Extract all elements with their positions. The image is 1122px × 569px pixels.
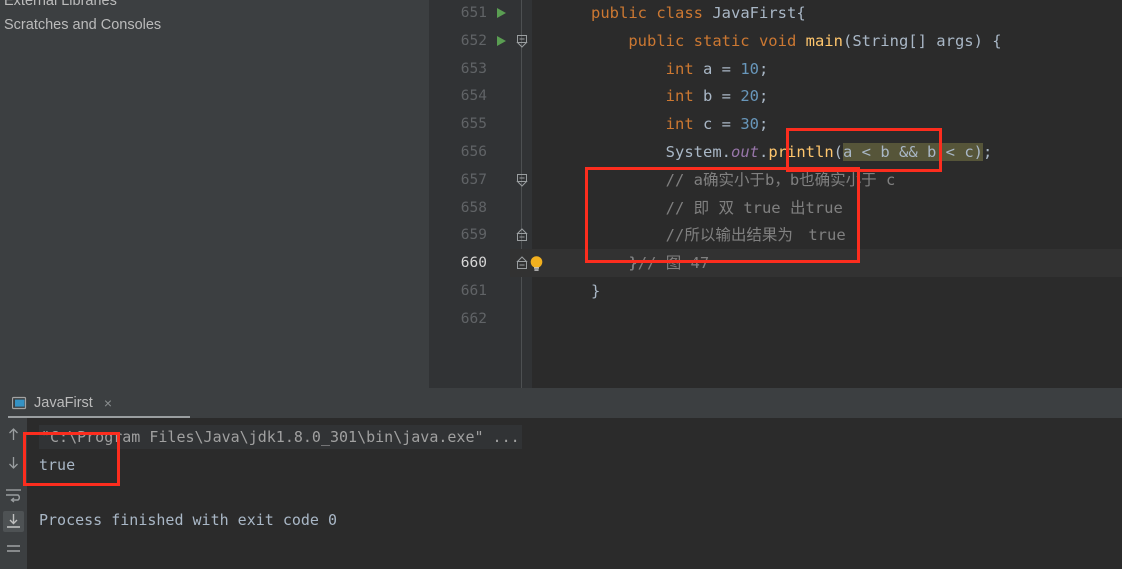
line-number: 657 [460,171,487,188]
line-number: 654 [460,88,487,105]
code-line-651: public class JavaFirst{ [591,4,806,22]
line-number: 658 [460,199,487,216]
code-editor[interactable]: 651 652 653 654 655 656 657 658 659 660 … [429,0,1122,388]
scroll-to-end-icon[interactable] [3,511,24,532]
code-text-area[interactable]: public class JavaFirst{ public static vo… [510,0,1122,388]
console-tab-icon [11,396,27,410]
console-command-line: "C:\Program Files\Java\jdk1.8.0_301\bin\… [39,425,522,449]
console-toolbar [0,418,27,569]
code-line-657: // a确实小于b，b也确实小于 c [591,167,896,195]
comment-text-659: //所以输出结果为 true [665,226,846,245]
console-output[interactable]: "C:\Program Files\Java\jdk1.8.0_301\bin\… [27,418,1122,569]
run-tabbar: JavaFirst × [0,388,1122,419]
run-tab-label: JavaFirst [34,395,93,411]
print-icon[interactable] [3,539,24,560]
code-line-654: int b = 20; [665,87,769,106]
run-method-arrow-icon[interactable] [497,35,506,46]
run-tab-javafirst[interactable]: JavaFirst × [11,391,112,415]
console-program-output: true [39,456,76,474]
line-number: 662 [460,310,487,327]
code-line-655: int c = 30; [665,115,769,134]
comment-text-657: // a确实小于b，b也确实小于 c [665,170,896,189]
sidebar-item-external-libraries[interactable]: External Libraries [0,0,429,13]
line-number: 653 [460,60,487,77]
line-number: 651 [460,5,487,21]
sidebar-item-scratches-and-consoles[interactable]: Scratches and Consoles [0,13,429,37]
code-line-652: public static void main(String[] args) { [628,31,1002,50]
comment-text-660: }// 图 47 [628,254,710,273]
line-number: 661 [460,283,487,299]
run-tool-window: JavaFirst × "C:\Program Files\Java\jdk1.… [0,388,1122,569]
code-line-658: // 即 双 true 出true [591,195,843,223]
code-line-660: }}// 图 47 [628,254,710,273]
line-number: 656 [460,144,487,160]
project-sidebar: External Libraries Scratches and Console… [0,0,429,388]
scroll-up-icon[interactable] [3,424,24,445]
code-line-659: //所以输出结果为 true [591,222,846,250]
soft-wrap-icon[interactable] [3,484,24,505]
code-line-656: System.out.println(a < b && b < c); [665,143,993,161]
scroll-down-icon[interactable] [3,452,24,473]
comment-text-658: // 即 双 true 出true [665,198,843,217]
line-number: 652 [460,32,487,49]
code-line-661: } [591,282,601,300]
code-line-653: int a = 10; [665,59,769,78]
close-icon[interactable]: × [104,395,112,411]
run-class-arrow-icon[interactable] [497,8,506,18]
line-number: 659 [460,227,487,244]
ide-window: External Libraries Scratches and Console… [0,0,1122,569]
line-number: 655 [460,116,487,133]
line-number-active: 660 [460,255,487,272]
console-exit-line: Process finished with exit code 0 [39,511,338,529]
editor-selection: a < b && b < c) [843,143,983,161]
